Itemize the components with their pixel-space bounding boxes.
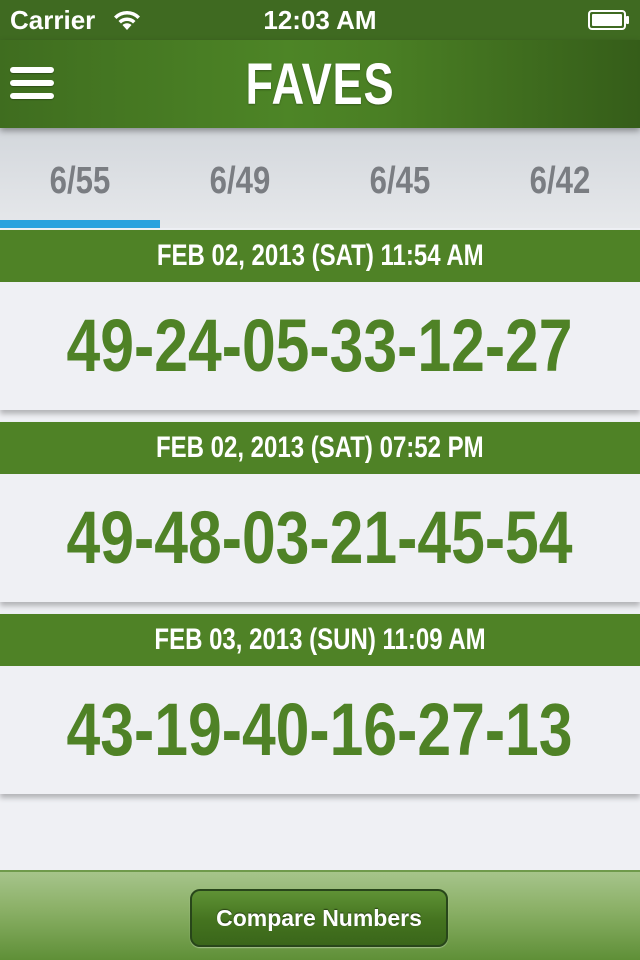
game-tabs: 6/55 6/49 6/45 6/42 (0, 128, 640, 228)
list-item[interactable]: FEB 03, 2013 (SUN) 11:09 AM 43-19-40-16-… (0, 614, 640, 794)
compare-numbers-button[interactable]: Compare Numbers (190, 889, 448, 947)
favorite-date-header: FEB 03, 2013 (SUN) 11:09 AM (0, 614, 640, 666)
favorite-numbers-row: 49-48-03-21-45-54 (0, 474, 640, 602)
hamburger-menu-icon[interactable] (10, 67, 54, 101)
tab-label: 6/45 (369, 160, 431, 202)
favorite-date: FEB 02, 2013 (SAT) 07:52 PM (156, 431, 484, 464)
status-time: 12:03 AM (263, 5, 377, 35)
favorites-list: FEB 02, 2013 (SAT) 11:54 AM 49-24-05-33-… (0, 230, 640, 806)
favorite-numbers: 49-48-03-21-45-54 (66, 496, 573, 579)
favorite-numbers: 49-24-05-33-12-27 (66, 304, 573, 387)
favorite-numbers-row: 49-24-05-33-12-27 (0, 282, 640, 410)
app-screen: Carrier 12:03 AM FAVES 6/55 6/49 6/45 6/… (0, 0, 640, 960)
nav-bar: FAVES (0, 40, 640, 128)
tab-6-49[interactable]: 6/49 (160, 128, 320, 228)
tab-6-42[interactable]: 6/42 (480, 128, 640, 228)
page-title: FAVES (245, 52, 395, 117)
list-item[interactable]: FEB 02, 2013 (SAT) 07:52 PM 49-48-03-21-… (0, 422, 640, 602)
tab-6-45[interactable]: 6/45 (320, 128, 480, 228)
tab-label: 6/49 (209, 160, 271, 202)
selected-tab-indicator (0, 220, 160, 228)
bottom-toolbar: Compare Numbers (0, 870, 640, 960)
favorite-numbers-row: 43-19-40-16-27-13 (0, 666, 640, 794)
tab-label: 6/42 (529, 160, 591, 202)
list-item[interactable]: FEB 02, 2013 (SAT) 11:54 AM 49-24-05-33-… (0, 230, 640, 410)
favorite-date: FEB 03, 2013 (SUN) 11:09 AM (154, 623, 486, 656)
status-bar: Carrier 12:03 AM (0, 0, 640, 40)
battery-icon (588, 10, 629, 30)
favorite-numbers: 43-19-40-16-27-13 (66, 688, 573, 771)
tab-label: 6/55 (49, 160, 111, 202)
favorite-date-header: FEB 02, 2013 (SAT) 07:52 PM (0, 422, 640, 474)
favorite-date-header: FEB 02, 2013 (SAT) 11:54 AM (0, 230, 640, 282)
favorite-date: FEB 02, 2013 (SAT) 11:54 AM (156, 239, 484, 272)
tab-6-55[interactable]: 6/55 (0, 128, 160, 228)
